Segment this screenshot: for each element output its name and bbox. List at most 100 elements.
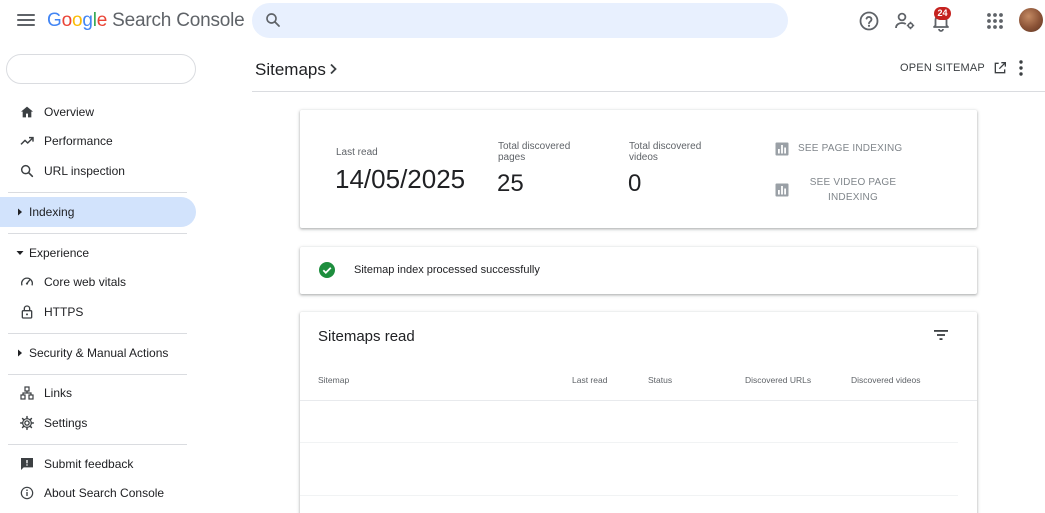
help-icon[interactable]	[857, 9, 881, 33]
label-line: SEE VIDEO PAGE	[809, 177, 897, 188]
status-card: Sitemap index processed successfully	[300, 247, 977, 294]
last-read-label: Last read	[336, 147, 378, 158]
notification-badge: 24	[934, 7, 951, 20]
page-header: Sitemaps OPEN SITEMAP	[252, 42, 1045, 92]
sidebar-item-settings[interactable]: Settings	[0, 408, 196, 438]
discovered-pages-label: Total discovered pages	[498, 141, 570, 163]
logo-letter: G	[47, 10, 62, 31]
sitemap-summary-card: Last read 14/05/2025 Total discovered pa…	[300, 110, 977, 228]
divider	[8, 233, 187, 234]
caret-down-icon	[16, 251, 24, 255]
label-line: Total discovered	[629, 141, 702, 152]
sidebar-section-label: Experience	[29, 246, 90, 260]
sidebar-section-security[interactable]: Security & Manual Actions	[0, 340, 196, 366]
caret-right-icon	[18, 208, 22, 216]
bar-chart-icon	[775, 142, 789, 156]
sitemaps-read-card: Sitemaps read Sitemap Last read Status D…	[300, 312, 977, 513]
sidebar-item-url-inspection[interactable]: URL inspection	[0, 156, 196, 186]
search-icon	[20, 164, 34, 178]
see-page-indexing-button[interactable]: SEE PAGE INDEXING	[775, 141, 902, 156]
see-video-indexing-button[interactable]: SEE VIDEO PAGE INDEXING	[775, 175, 908, 205]
sidebar-item-label: HTTPS	[44, 305, 84, 319]
feedback-icon	[21, 458, 33, 470]
open-sitemap-button[interactable]: OPEN SITEMAP	[900, 58, 1008, 78]
speed-gauge-icon	[21, 277, 33, 286]
label-line: Total discovered	[498, 141, 571, 152]
divider	[8, 333, 187, 334]
sidebar-item-links[interactable]: Links	[0, 378, 196, 408]
top-app-bar: Google Search Console 24	[0, 0, 1045, 42]
divider	[8, 444, 187, 445]
label-line: videos	[629, 152, 658, 163]
menu-icon[interactable]	[16, 11, 36, 31]
product-name: Search Console	[112, 10, 245, 31]
sidebar-item-overview[interactable]: Overview	[0, 97, 196, 127]
table-row	[300, 442, 958, 443]
app-logo[interactable]: Google Search Console	[47, 10, 245, 32]
sidebar-item-core-web-vitals[interactable]: Core web vitals	[0, 267, 196, 297]
links-icon	[20, 386, 34, 400]
open-in-new-icon	[994, 62, 1006, 74]
logo-letter: o	[61, 10, 73, 31]
logo-letter: o	[71, 10, 83, 31]
filter-icon[interactable]	[932, 326, 950, 344]
status-message: Sitemap index processed successfully	[354, 264, 540, 276]
more-vert-icon[interactable]	[1012, 58, 1030, 78]
gear-icon	[19, 415, 35, 431]
divider	[8, 374, 187, 375]
caret-right-icon	[18, 349, 22, 357]
column-header-last-read[interactable]: Last read	[572, 375, 607, 385]
sidebar-item-label: About Search Console	[44, 486, 165, 500]
table-header-divider	[300, 400, 977, 401]
search-input[interactable]	[296, 10, 766, 32]
bar-chart-icon	[775, 183, 789, 197]
column-header-discovered-videos[interactable]: Discovered videos	[851, 375, 920, 385]
avatar[interactable]	[1019, 8, 1043, 32]
divider	[8, 192, 187, 193]
sidebar-item-label: Links	[44, 386, 73, 400]
sidebar-item-indexing[interactable]: Indexing	[0, 197, 196, 227]
table-row	[300, 495, 958, 496]
sidebar-section-experience[interactable]: Experience	[0, 240, 196, 266]
sidebar: Overview Performance URL inspection Inde…	[0, 42, 200, 513]
search-icon[interactable]	[264, 11, 282, 29]
discovered-pages-value: 25	[497, 170, 524, 197]
apps-grid-icon[interactable]	[983, 9, 1007, 33]
discovered-videos-value: 0	[628, 170, 642, 197]
logo-letter: e	[96, 10, 108, 31]
open-sitemap-label: OPEN SITEMAP	[900, 62, 985, 74]
column-header-sitemap[interactable]: Sitemap	[318, 375, 349, 385]
column-header-status[interactable]: Status	[648, 375, 672, 385]
see-video-indexing-label: SEE VIDEO PAGE INDEXING	[798, 175, 908, 205]
sidebar-section-label: Security & Manual Actions	[29, 346, 169, 360]
sidebar-item-label: Performance	[44, 134, 113, 148]
sidebar-item-label: Overview	[44, 105, 95, 119]
check-circle-icon	[319, 262, 335, 278]
sidebar-item-label: URL inspection	[44, 164, 125, 178]
manage-users-icon[interactable]	[893, 9, 917, 33]
info-icon	[20, 486, 34, 500]
search-bar[interactable]	[252, 3, 788, 38]
property-selector[interactable]	[6, 54, 196, 84]
see-page-indexing-label: SEE PAGE INDEXING	[798, 143, 903, 154]
sidebar-item-label: Indexing	[29, 205, 75, 219]
trending-up-icon	[20, 136, 34, 145]
last-read-value: 14/05/2025	[335, 164, 466, 194]
page-title: Sitemaps	[255, 60, 326, 79]
sidebar-item-label: Core web vitals	[44, 275, 127, 289]
label-line: INDEXING	[828, 192, 878, 203]
sidebar-item-performance[interactable]: Performance	[0, 126, 196, 156]
column-header-discovered-urls[interactable]: Discovered URLs	[745, 375, 811, 385]
discovered-videos-label: Total discovered videos	[629, 141, 701, 163]
sidebar-item-https[interactable]: HTTPS	[0, 297, 196, 327]
sidebar-item-submit-feedback[interactable]: Submit feedback	[0, 449, 196, 479]
sidebar-item-about[interactable]: About Search Console	[0, 478, 196, 508]
lock-icon	[21, 305, 33, 319]
sidebar-item-label: Submit feedback	[44, 457, 134, 471]
table-title: Sitemaps read	[318, 328, 415, 345]
home-icon	[21, 106, 33, 118]
chevron-right-icon[interactable]	[326, 62, 340, 76]
sidebar-item-label: Settings	[44, 416, 88, 430]
label-line: pages	[498, 152, 526, 163]
logo-letter: g	[82, 10, 93, 31]
